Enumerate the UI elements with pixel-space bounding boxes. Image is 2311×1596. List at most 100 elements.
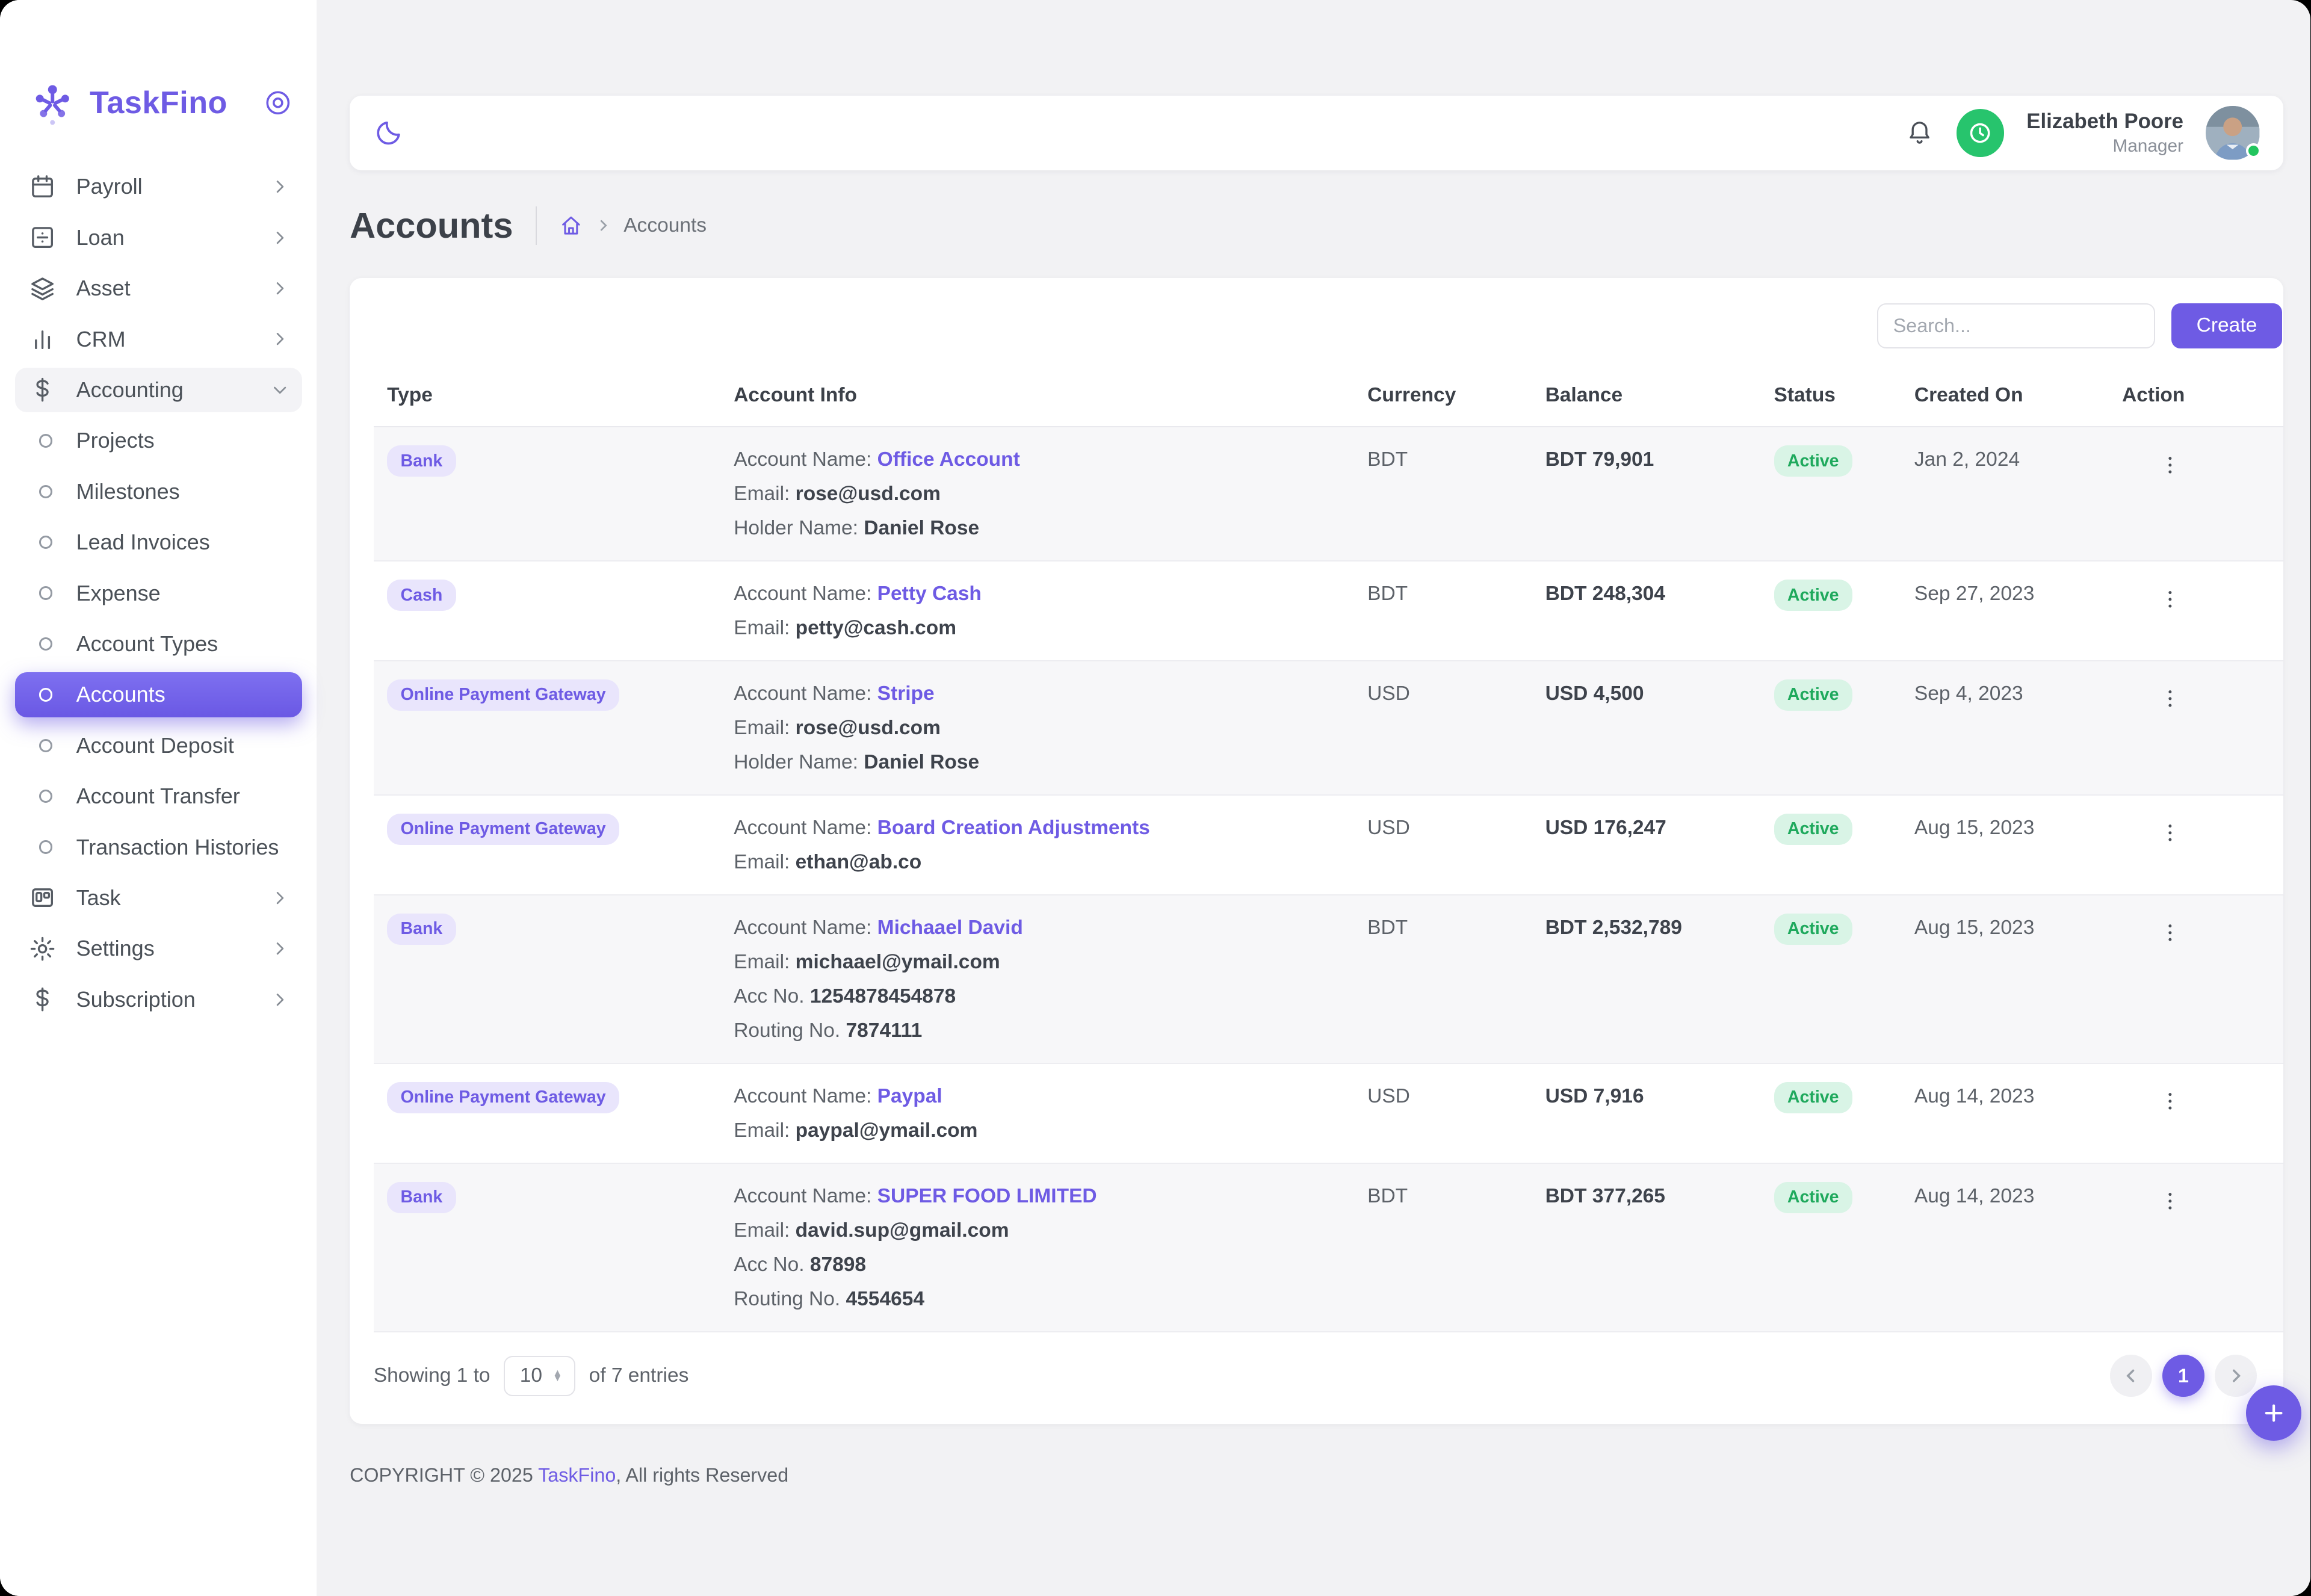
row-actions-menu-icon[interactable] — [2158, 821, 2182, 845]
account-name-link[interactable]: Paypal — [877, 1085, 942, 1107]
sidebar-item-accounting[interactable]: Accounting — [15, 368, 302, 412]
status-badge: Active — [1774, 814, 1852, 845]
page-size-select[interactable]: 10 ▲▼ — [504, 1356, 575, 1396]
account-name-link[interactable]: Board Creation Adjustments — [877, 817, 1150, 839]
currency-cell: BDT — [1367, 580, 1545, 608]
table-row: Online Payment GatewayAccount Name: Payp… — [374, 1063, 2284, 1163]
account-info-field: Account Name: Petty Cash — [734, 580, 1367, 608]
avatar[interactable] — [2206, 106, 2259, 159]
row-actions-menu-icon[interactable] — [2158, 921, 2182, 945]
circle-icon — [39, 485, 52, 498]
row-actions-menu-icon[interactable] — [2158, 1089, 2182, 1113]
sidebar-item-label: Accounts — [76, 682, 166, 707]
spinner-arrows-icon: ▲▼ — [552, 1370, 562, 1381]
balance-cell: BDT 79,901 — [1545, 445, 1774, 474]
current-page-button[interactable]: 1 — [2162, 1355, 2204, 1397]
field-value: 87898 — [810, 1254, 866, 1276]
table-row: Online Payment GatewayAccount Name: Boar… — [374, 795, 2284, 895]
sidebar-item-task[interactable]: Task — [15, 876, 302, 920]
dark-mode-moon-icon[interactable] — [374, 118, 404, 148]
sidebar-item-accounts[interactable]: Accounts — [15, 672, 302, 717]
row-actions-menu-icon[interactable] — [2158, 587, 2182, 611]
account-name-link[interactable]: Petty Cash — [877, 583, 982, 605]
created-on-cell: Jan 2, 2024 — [1914, 445, 2122, 474]
status-badge: Active — [1774, 679, 1852, 711]
account-name-link[interactable]: Stripe — [877, 682, 935, 705]
attendance-clock-button[interactable] — [1957, 109, 2004, 156]
account-info-field: Acc No. 1254878454878 — [734, 982, 1367, 1010]
sidebar-item-account-deposit[interactable]: Account Deposit — [15, 723, 302, 768]
page-head: Accounts Accounts — [350, 203, 2283, 248]
sidebar-item-projects[interactable]: Projects — [15, 418, 302, 463]
sidebar-item-settings[interactable]: Settings — [15, 926, 302, 971]
sidebar-item-milestones[interactable]: Milestones — [15, 469, 302, 514]
circle-icon — [39, 434, 52, 447]
app-window: TaskFino Payroll Loan Asset CRM Accounting Pr… — [0, 0, 2310, 1596]
sidebar-item-transaction-histories[interactable]: Transaction Histories — [15, 824, 302, 869]
row-actions-menu-icon[interactable] — [2158, 687, 2182, 711]
bar-chart-icon — [28, 325, 57, 353]
sidebar-item-account-transfer[interactable]: Account Transfer — [15, 774, 302, 818]
circle-icon — [39, 739, 52, 752]
main-content: Elizabeth Poore Manager Accounts — [317, 0, 2310, 1522]
topbar-right: Elizabeth Poore Manager — [1905, 106, 2259, 159]
field-value: paypal@ymail.com — [796, 1119, 978, 1142]
user-role: Manager — [2026, 135, 2183, 157]
sidebar-item-asset[interactable]: Asset — [15, 266, 302, 311]
notifications-bell-icon[interactable] — [1905, 119, 1934, 147]
circle-icon — [39, 840, 52, 853]
page-title: Accounts — [350, 205, 513, 246]
status-badge: Active — [1774, 914, 1852, 945]
created-on-cell: Aug 15, 2023 — [1914, 814, 2122, 842]
column-header-type: Type — [374, 363, 734, 427]
sidebar-item-label: Account Types — [76, 631, 218, 657]
circle-icon — [39, 637, 52, 651]
column-header-action: Action — [2122, 363, 2283, 427]
field-label: Account Name: — [734, 682, 877, 705]
account-info-field: Account Name: Paypal — [734, 1082, 1367, 1110]
chevron-right-icon — [270, 990, 289, 1009]
created-on-cell: Aug 15, 2023 — [1914, 914, 2122, 942]
create-button[interactable]: Create — [2171, 303, 2282, 348]
home-icon[interactable] — [559, 214, 583, 238]
field-label: Acc No. — [734, 1254, 810, 1276]
field-value: ethan@ab.co — [796, 851, 922, 873]
fab-add-button[interactable] — [2246, 1385, 2301, 1441]
sidebar-item-loan[interactable]: Loan — [15, 215, 302, 260]
footer-brand-link[interactable]: TaskFino — [538, 1464, 616, 1486]
accounts-table: TypeAccount InfoCurrencyBalanceStatusCre… — [374, 363, 2284, 1332]
next-page-button[interactable] — [2215, 1355, 2257, 1397]
field-label: Email: — [734, 717, 795, 739]
account-name-link[interactable]: SUPER FOOD LIMITED — [877, 1185, 1097, 1207]
account-info-field: Email: paypal@ymail.com — [734, 1116, 1367, 1145]
prev-page-button[interactable] — [2110, 1355, 2152, 1397]
sidebar-item-label: CRM — [76, 327, 126, 352]
search-input[interactable] — [1877, 303, 2155, 348]
field-label: Account Name: — [734, 448, 877, 471]
circle-icon — [39, 586, 52, 599]
user-block[interactable]: Elizabeth Poore Manager — [2026, 109, 2183, 158]
field-label: Routing No. — [734, 1288, 846, 1310]
sidebar-toggle-icon[interactable] — [263, 88, 293, 118]
account-info-field: Email: michaael@ymail.com — [734, 948, 1367, 976]
sidebar-item-subscription[interactable]: Subscription — [15, 977, 302, 1022]
row-actions-menu-icon[interactable] — [2158, 453, 2182, 477]
column-header-created-on: Created On — [1914, 363, 2122, 427]
sidebar-item-payroll[interactable]: Payroll — [15, 164, 302, 209]
sidebar-item-lead-invoices[interactable]: Lead Invoices — [15, 520, 302, 564]
currency-cell: USD — [1367, 814, 1545, 842]
field-label: Email: — [734, 617, 795, 639]
field-label: Holder Name: — [734, 517, 864, 539]
pagination-bar: Showing 1 to 10 ▲▼ of 7 entries 1 — [374, 1355, 2257, 1397]
topbar: Elizabeth Poore Manager — [350, 96, 2283, 170]
account-name-link[interactable]: Michaael David — [877, 917, 1023, 939]
status-badge: Active — [1774, 580, 1852, 611]
row-actions-menu-icon[interactable] — [2158, 1189, 2182, 1213]
chevron-right-icon — [270, 939, 289, 958]
created-on-cell: Aug 14, 2023 — [1914, 1182, 2122, 1210]
currency-cell: USD — [1367, 679, 1545, 708]
account-name-link[interactable]: Office Account — [877, 448, 1020, 471]
sidebar-item-account-types[interactable]: Account Types — [15, 622, 302, 666]
sidebar-item-expense[interactable]: Expense — [15, 571, 302, 615]
sidebar-item-crm[interactable]: CRM — [15, 317, 302, 361]
